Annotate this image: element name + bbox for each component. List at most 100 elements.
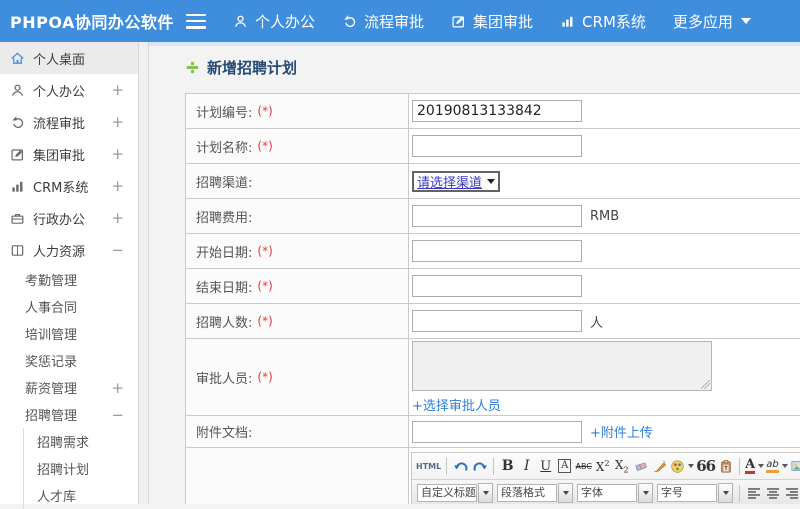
editor-char-style-button[interactable]: A xyxy=(556,456,573,476)
editor-italic-button[interactable]: I xyxy=(518,456,535,476)
editor-font-color-button[interactable]: A xyxy=(745,456,765,476)
editor-undo-button[interactable] xyxy=(452,456,469,476)
chart-icon xyxy=(10,179,25,194)
sidebar-item-human-resources[interactable]: 人力资源 − xyxy=(0,234,138,266)
editor-font-family-combo[interactable]: 字体 xyxy=(577,483,653,503)
editor-strikethrough-button[interactable]: ABC xyxy=(575,456,592,476)
app-logo: PHPOA协同办公软件 xyxy=(10,13,174,32)
chart-icon xyxy=(560,14,575,29)
field-label: 计划编号: (*) xyxy=(186,94,409,128)
editor-html-source-button[interactable]: HTML xyxy=(416,456,441,476)
briefcase-icon xyxy=(10,211,25,226)
toolbar-separator xyxy=(739,457,741,475)
approvers-textarea[interactable] xyxy=(412,340,712,391)
editor-underline-button[interactable]: U xyxy=(537,456,554,476)
top-nav-crm-system[interactable]: CRM系统 xyxy=(560,11,646,32)
field-label-text: 招聘人数: xyxy=(196,315,253,331)
menu-toggle-icon[interactable] xyxy=(186,13,206,29)
combo-value: 自定义标题 xyxy=(417,484,477,502)
editor-redo-button[interactable] xyxy=(471,456,488,476)
sidebar-item-hr-contract[interactable]: 人事合同 xyxy=(0,293,138,320)
plan-name-input[interactable] xyxy=(412,135,582,157)
editor-toolbar-row-2: 自定义标题 段落格式 字体 字号 xyxy=(412,479,800,504)
sidebar-item-label: 人力资源 xyxy=(33,244,86,260)
sidebar-item-attendance-mgmt[interactable]: 考勤管理 xyxy=(0,266,138,293)
chevron-down-icon xyxy=(740,18,751,24)
form-row-plan-name: 计划名称: (*) xyxy=(186,129,800,164)
editor-align-right-button[interactable] xyxy=(783,483,800,503)
expand-plus-icon[interactable]: + xyxy=(111,209,124,227)
editor-align-left-button[interactable] xyxy=(745,483,762,503)
sidebar-item-personal-office[interactable]: 个人办公 + xyxy=(0,74,138,106)
approvers-link[interactable]: +选择审批人员 xyxy=(412,395,712,414)
editor-eraser-button[interactable] xyxy=(632,456,649,476)
sidebar-item-reward-record[interactable]: 奖惩记录 xyxy=(0,347,138,374)
editor-superscript-button[interactable]: X2 xyxy=(594,456,611,476)
chevron-down-icon xyxy=(688,464,695,468)
chevron-down-icon[interactable] xyxy=(638,483,653,503)
sidebar-item-personal-desktop[interactable]: 个人桌面 xyxy=(0,42,138,74)
chevron-down-icon[interactable] xyxy=(718,483,733,503)
collapse-minus-icon[interactable]: − xyxy=(111,406,124,424)
attachment-input[interactable] xyxy=(412,420,582,443)
editor-custom-title-combo[interactable]: 自定义标题 xyxy=(417,483,493,503)
sidebar-item-label: 招聘计划 xyxy=(37,463,90,478)
approvers-area: +选择审批人员 xyxy=(412,340,712,414)
top-nav-workflow-approval[interactable]: 流程审批 xyxy=(342,11,424,32)
editor-align-center-button[interactable] xyxy=(764,483,781,503)
sidebar-item-recruit-plan[interactable]: 招聘计划 xyxy=(23,455,138,482)
resize-handle-icon[interactable] xyxy=(701,379,710,389)
plan-no-input[interactable] xyxy=(412,100,582,122)
expand-plus-icon[interactable]: + xyxy=(111,113,124,131)
top-navbar: PHPOA协同办公软件 个人办公 流程审批 集团审批 CRM系统 更多应用 xyxy=(0,0,800,42)
expand-plus-icon[interactable]: + xyxy=(111,81,124,99)
recruit-channel-select[interactable]: 请选择渠道 xyxy=(412,170,501,192)
sidebar-item-recruit-demand[interactable]: 招聘需求 xyxy=(23,428,138,455)
expand-plus-icon[interactable]: + xyxy=(111,145,124,163)
field-label: 结束日期: (*) xyxy=(186,269,409,303)
end-date-input[interactable] xyxy=(412,275,582,297)
editor-insert-image-button[interactable] xyxy=(790,456,800,476)
field-value: RMB xyxy=(409,199,800,233)
attachment-link[interactable]: +附件上传 xyxy=(590,422,653,441)
field-label-text: 附件文档: xyxy=(196,426,253,441)
editor-font-size-combo[interactable]: 字号 xyxy=(657,483,733,503)
start-date-input[interactable] xyxy=(412,240,582,262)
editor-subscript-button[interactable]: X2 xyxy=(613,456,630,476)
field-value: 人 xyxy=(409,304,800,338)
recruit-count-input[interactable] xyxy=(412,310,582,332)
editor-color-palette-button[interactable] xyxy=(670,456,695,476)
edit-icon xyxy=(451,14,466,29)
sidebar-item-group-approval[interactable]: 集团审批 + xyxy=(0,138,138,170)
recruit-cost-input[interactable] xyxy=(412,205,582,227)
field-value: HTML B I U A ABC X2 X2 66 Aab 自定义标题 段落格式 字体 字号 xyxy=(409,448,800,504)
required-mark: (*) xyxy=(257,314,273,328)
editor-highlight-button[interactable]: ab xyxy=(766,456,788,476)
editor-bold-button[interactable]: B xyxy=(499,456,516,476)
sidebar-item-workflow-approval[interactable]: 流程审批 + xyxy=(0,106,138,138)
chevron-down-icon[interactable] xyxy=(558,483,573,503)
chevron-down-icon[interactable] xyxy=(478,483,493,503)
sidebar-item-crm-system[interactable]: CRM系统 + xyxy=(0,170,138,202)
editor-paste-text-button[interactable] xyxy=(717,456,734,476)
user-icon xyxy=(233,14,248,29)
field-label-text: 结束日期: xyxy=(196,280,253,296)
collapse-minus-icon[interactable]: − xyxy=(111,241,124,259)
expand-plus-icon[interactable]: + xyxy=(111,379,124,397)
form-row-end-date: 结束日期: (*) xyxy=(186,269,800,304)
editor-paragraph-format-combo[interactable]: 段落格式 xyxy=(497,483,573,503)
chevron-down-icon xyxy=(487,178,496,184)
top-nav-personal-office[interactable]: 个人办公 xyxy=(233,11,315,32)
sidebar-item-recruit-mgmt[interactable]: 招聘管理 − xyxy=(0,401,138,428)
editor-format-brush-button[interactable] xyxy=(651,456,668,476)
editor-blockquote-button[interactable]: 66 xyxy=(696,456,716,476)
user-icon xyxy=(10,83,25,98)
top-nav-more-apps[interactable]: 更多应用 xyxy=(673,11,751,32)
sidebar-item-label: 奖惩记录 xyxy=(25,355,78,370)
sidebar-item-training-mgmt[interactable]: 培训管理 xyxy=(0,320,138,347)
sidebar-item-talent-pool[interactable]: 人才库 xyxy=(23,482,138,509)
sidebar-item-salary-mgmt[interactable]: 薪资管理 + xyxy=(0,374,138,401)
expand-plus-icon[interactable]: + xyxy=(111,177,124,195)
top-nav-group-approval[interactable]: 集团审批 xyxy=(451,11,533,32)
sidebar-item-admin-office[interactable]: 行政办公 + xyxy=(0,202,138,234)
